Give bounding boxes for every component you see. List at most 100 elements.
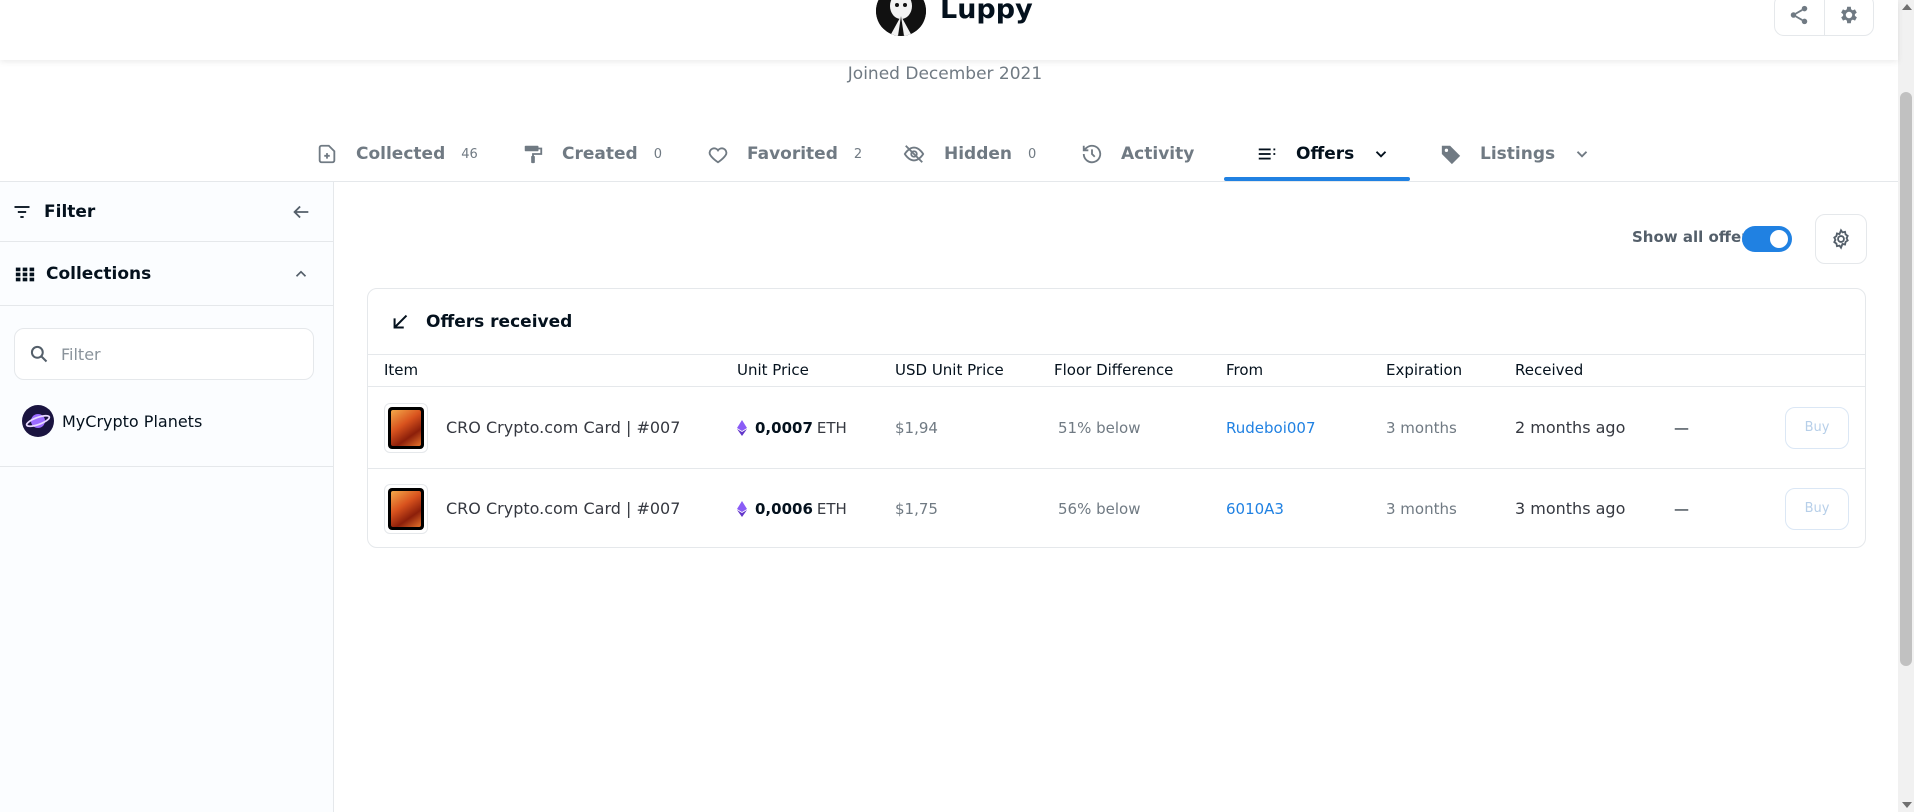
usd-price: $1,75 — [895, 499, 938, 518]
gear-icon — [1841, 6, 1857, 24]
history-icon — [1082, 144, 1102, 164]
tab-label: Favorited — [747, 144, 838, 164]
offers-received-panel: Offers received Item Unit Price USD Unit… — [367, 288, 1866, 548]
active-tab-indicator — [1224, 177, 1410, 181]
item-thumbnail[interactable] — [384, 402, 428, 453]
collections-title: Collections — [46, 263, 152, 284]
joined-date: Joined December 2021 — [847, 64, 1043, 84]
offers-settings-button[interactable] — [1815, 214, 1867, 264]
column-header: From — [1226, 361, 1264, 379]
offers-table-header: Item Unit Price USD Unit Price Floor Dif… — [368, 355, 1865, 387]
filter-header: Filter — [0, 182, 334, 242]
column-header: USD Unit Price — [895, 361, 1004, 379]
profile-actions — [1774, 0, 1874, 36]
chevron-down-icon — [1576, 151, 1588, 158]
collection-filter-input[interactable] — [61, 344, 291, 364]
tag-icon — [1441, 145, 1461, 165]
item-name[interactable]: CRO Crypto.com Card | #007 — [446, 418, 680, 437]
profile-avatar — [876, 0, 926, 36]
tab-hidden[interactable]: Hidden 0 — [902, 126, 1036, 182]
column-header: Expiration — [1386, 361, 1463, 379]
unit-price-cell: 0,0007 ETH — [737, 387, 847, 468]
tab-offers[interactable]: Offers — [1256, 126, 1390, 182]
filter-sidebar: Filter Collections MyCrypto Planets — [0, 182, 334, 812]
empty-value: — — [1674, 499, 1689, 518]
collections-header[interactable]: Collections — [0, 242, 334, 306]
tab-collected[interactable]: Collected 46 — [316, 126, 478, 182]
from-user-link[interactable]: Rudeboi007 — [1226, 387, 1316, 468]
planet-avatar-icon — [22, 405, 54, 437]
tab-label: Collected — [356, 144, 446, 164]
arrow-down-left-icon — [393, 314, 408, 329]
buy-button[interactable]: Buy — [1785, 406, 1849, 449]
unit-price-currency: ETH — [816, 418, 847, 437]
tab-label: Hidden — [944, 144, 1013, 164]
heart-icon — [708, 147, 728, 164]
eye-off-icon — [903, 145, 925, 163]
from-user-link[interactable]: 6010A3 — [1226, 468, 1284, 547]
empty-value: — — [1674, 418, 1689, 437]
unit-price-currency: ETH — [816, 499, 847, 518]
gear-icon — [1833, 228, 1849, 250]
floor-difference: 56% below — [1058, 499, 1141, 518]
filter-title: Filter — [44, 201, 96, 222]
scroll-down-arrow[interactable] — [1902, 802, 1912, 808]
unit-price-cell: 0,0006 ETH — [737, 468, 847, 547]
collection-filter-field — [14, 328, 314, 380]
chevron-down-icon — [1376, 151, 1387, 158]
share-icon — [1791, 5, 1808, 25]
collapse-sidebar-icon[interactable] — [290, 201, 312, 223]
scroll-up-arrow[interactable] — [1902, 4, 1912, 10]
tab-created[interactable]: Created 0 — [522, 126, 662, 182]
table-row[interactable]: CRO Crypto.com Card | #007 0,0006 ETH $1… — [368, 468, 1865, 547]
eth-icon — [737, 419, 747, 436]
tab-label: Listings — [1480, 144, 1556, 164]
unit-price-value: 0,0007 — [755, 418, 813, 437]
toggle-knob — [1770, 230, 1788, 248]
profile-settings-button[interactable] — [1823, 0, 1873, 35]
column-header: Floor Difference — [1054, 361, 1174, 379]
tab-favorited[interactable]: Favorited 2 — [707, 126, 862, 182]
scrollbar-thumb[interactable] — [1900, 92, 1912, 666]
received-time: 3 months ago — [1515, 499, 1626, 518]
collection-item[interactable]: MyCrypto Planets — [0, 396, 334, 446]
share-button[interactable] — [1775, 0, 1824, 35]
buy-cell: Buy — [1785, 468, 1849, 547]
tab-count: 46 — [461, 146, 478, 162]
table-row[interactable]: CRO Crypto.com Card | #007 0,0007 ETH $1… — [368, 387, 1865, 468]
usd-price: $1,94 — [895, 418, 938, 437]
tab-label: Activity — [1121, 144, 1195, 164]
chevron-up-icon — [295, 270, 307, 277]
column-header: Item — [384, 361, 419, 379]
collected-icon — [318, 144, 336, 164]
show-all-offers-label: Show all offers — [1632, 228, 1758, 246]
profile-tabs: Collected 46 Created 0 Favorited 2 Hidde… — [0, 126, 1898, 182]
received-time: 2 months ago — [1515, 418, 1626, 437]
item-name[interactable]: CRO Crypto.com Card | #007 — [446, 499, 680, 518]
item-cell: CRO Crypto.com Card | #007 — [384, 387, 680, 468]
search-icon — [30, 345, 48, 363]
expiration: 3 months — [1386, 499, 1457, 518]
buy-button[interactable]: Buy — [1785, 487, 1849, 530]
tab-label: Created — [562, 144, 638, 164]
tab-label: Offers — [1296, 144, 1355, 164]
tab-count: 2 — [853, 146, 863, 162]
tab-count: 0 — [1028, 146, 1037, 162]
expiration: 3 months — [1386, 418, 1457, 437]
column-header: Received — [1515, 361, 1584, 379]
show-all-offers-toggle[interactable] — [1742, 226, 1792, 252]
profile-header: Luppy — [0, 0, 1898, 60]
item-thumbnail[interactable] — [384, 483, 428, 534]
offers-panel-header: Offers received — [368, 289, 1865, 355]
tab-listings[interactable]: Listings — [1440, 126, 1591, 182]
buy-cell: Buy — [1785, 387, 1849, 468]
unit-price-value: 0,0006 — [755, 499, 813, 518]
profile-username: Luppy — [940, 0, 1033, 25]
column-header: Unit Price — [737, 361, 809, 379]
filter-icon — [14, 205, 30, 218]
sidebar-divider — [0, 466, 334, 467]
tab-activity[interactable]: Activity — [1081, 126, 1194, 182]
offers-panel-title: Offers received — [426, 311, 573, 332]
grid-icon — [15, 267, 35, 281]
item-cell: CRO Crypto.com Card | #007 — [384, 468, 680, 547]
